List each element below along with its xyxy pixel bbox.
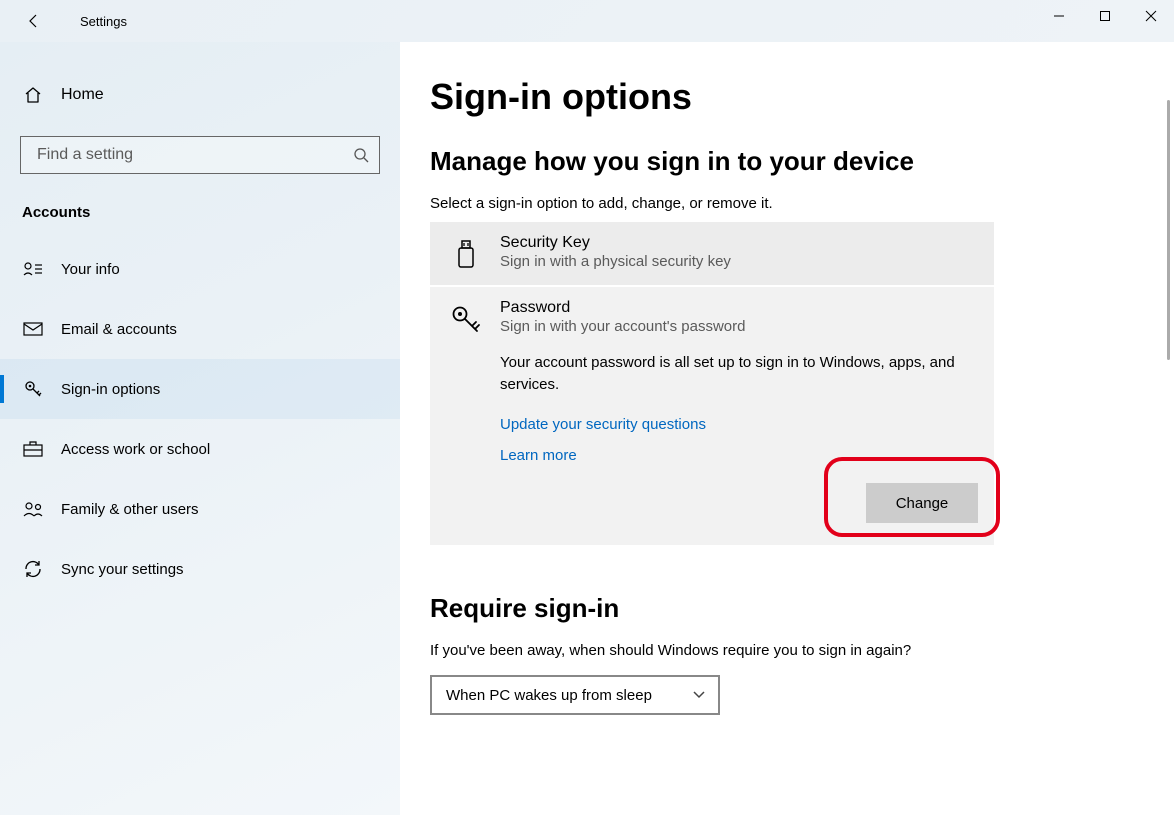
option-desc: Sign in with your account's password xyxy=(500,318,978,335)
nav-access-work-school[interactable]: Access work or school xyxy=(0,419,400,479)
people-icon xyxy=(22,501,44,517)
key-icon xyxy=(22,379,44,399)
require-signin-dropdown[interactable]: When PC wakes up from sleep xyxy=(430,675,720,715)
page-title: Sign-in options xyxy=(430,76,1134,118)
nav-label: Access work or school xyxy=(61,441,210,458)
nav-family-users[interactable]: Family & other users xyxy=(0,479,400,539)
nav-label: Sign-in options xyxy=(61,381,160,398)
option-password[interactable]: Password Sign in with your account's pas… xyxy=(430,287,994,545)
back-button[interactable] xyxy=(13,0,55,42)
require-question: If you've been away, when should Windows… xyxy=(430,642,1134,659)
mail-icon xyxy=(22,322,44,336)
nav-email-accounts[interactable]: Email & accounts xyxy=(0,299,400,359)
window-controls xyxy=(1036,0,1174,32)
main-content: Sign-in options Manage how you sign in t… xyxy=(400,42,1174,815)
usb-key-icon xyxy=(448,237,484,273)
titlebar: Settings xyxy=(0,0,1174,42)
person-card-icon xyxy=(22,261,44,277)
home-label: Home xyxy=(61,86,104,104)
sidebar: Home Accounts Your info xyxy=(0,42,400,815)
maximize-button[interactable] xyxy=(1082,0,1128,32)
close-button[interactable] xyxy=(1128,0,1174,32)
option-title: Security Key xyxy=(500,234,978,252)
learn-more-link[interactable]: Learn more xyxy=(500,445,978,467)
scrollbar-thumb[interactable] xyxy=(1167,100,1170,360)
section-label: Accounts xyxy=(0,192,400,239)
nav-label: Family & other users xyxy=(61,501,199,518)
require-heading: Require sign-in xyxy=(430,593,1134,624)
nav-your-info[interactable]: Your info xyxy=(0,239,400,299)
briefcase-icon xyxy=(22,441,44,457)
home-nav[interactable]: Home xyxy=(0,72,400,118)
nav-label: Email & accounts xyxy=(61,321,177,338)
chevron-down-icon xyxy=(692,690,706,700)
nav-label: Sync your settings xyxy=(61,561,184,578)
search-box[interactable] xyxy=(20,136,380,174)
scrollbar[interactable] xyxy=(1160,42,1172,815)
nav-sign-in-options[interactable]: Sign-in options xyxy=(0,359,400,419)
key-icon xyxy=(448,302,484,338)
instruction-text: Select a sign-in option to add, change, … xyxy=(430,195,1134,212)
home-icon xyxy=(22,86,44,104)
search-input[interactable] xyxy=(35,145,353,165)
nav-label: Your info xyxy=(61,261,120,278)
window-title: Settings xyxy=(80,14,127,29)
option-body: Your account password is all set up to s… xyxy=(500,352,978,396)
section-heading: Manage how you sign in to your device xyxy=(430,146,1134,177)
search-icon xyxy=(353,147,369,163)
sync-icon xyxy=(22,559,44,579)
nav-sync-settings[interactable]: Sync your settings xyxy=(0,539,400,599)
option-security-key[interactable]: Security Key Sign in with a physical sec… xyxy=(430,222,994,285)
change-button[interactable]: Change xyxy=(866,483,978,523)
minimize-button[interactable] xyxy=(1036,0,1082,32)
option-title: Password xyxy=(500,299,978,317)
dropdown-selected: When PC wakes up from sleep xyxy=(446,687,652,704)
update-security-questions-link[interactable]: Update your security questions xyxy=(500,414,978,436)
settings-window: Settings Home xyxy=(0,0,1174,815)
option-desc: Sign in with a physical security key xyxy=(500,253,978,270)
